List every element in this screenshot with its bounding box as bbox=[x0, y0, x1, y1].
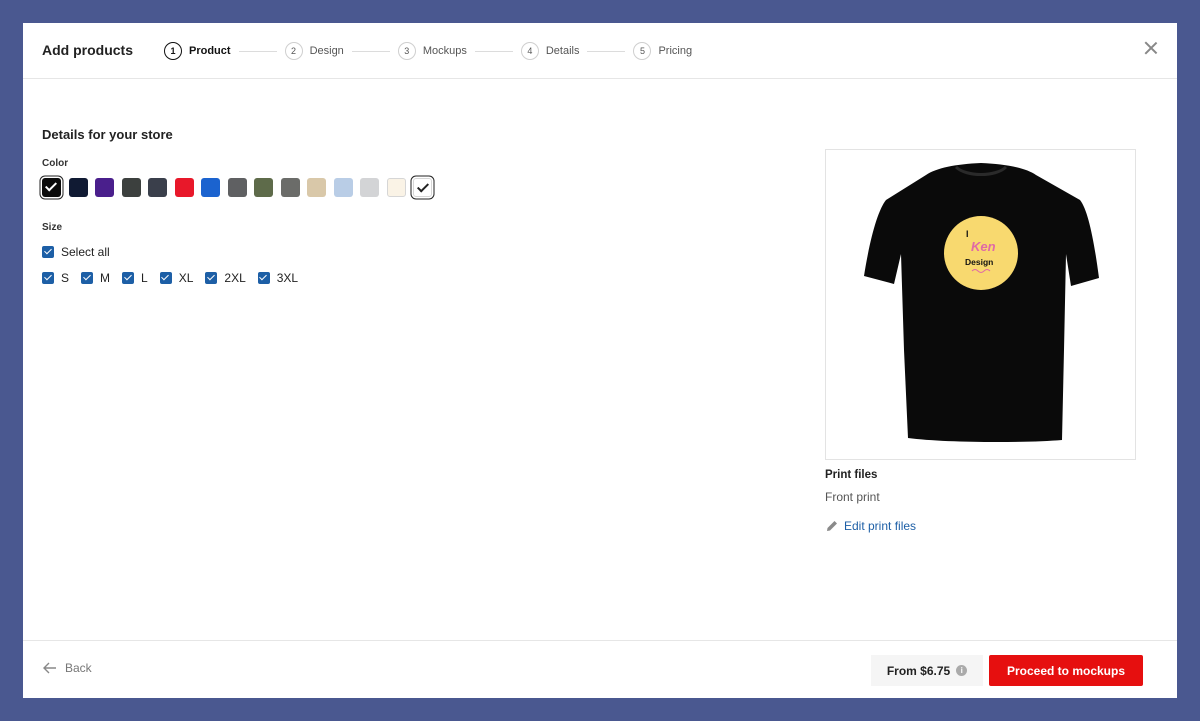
size-checkbox[interactable] bbox=[159, 272, 172, 284]
step-connector bbox=[474, 50, 513, 52]
size-checkbox[interactable] bbox=[257, 272, 270, 284]
select-all-label: Select all bbox=[61, 245, 110, 259]
stepper: 1 Product 2 Design 3 Mockups 4 Details 5… bbox=[164, 41, 692, 61]
size-checkbox[interactable] bbox=[122, 272, 135, 284]
add-products-modal: Add products 1 Product 2 Design 3 Mockup… bbox=[23, 23, 1177, 698]
size-checkbox[interactable] bbox=[81, 272, 94, 284]
size-label: 3XL bbox=[276, 271, 299, 285]
checkmark-icon bbox=[44, 179, 58, 192]
step-label: Pricing bbox=[658, 45, 693, 57]
step-design[interactable]: 2 Design bbox=[284, 42, 344, 60]
size-label: 2XL bbox=[224, 271, 246, 285]
color-swatch[interactable] bbox=[148, 178, 167, 197]
step-label: Mockups bbox=[422, 45, 467, 57]
close-icon[interactable] bbox=[1144, 41, 1158, 55]
color-swatch[interactable] bbox=[333, 178, 353, 197]
size-label: M bbox=[100, 271, 111, 285]
step-connector bbox=[587, 50, 626, 52]
back-button[interactable]: Back bbox=[43, 661, 92, 675]
color-swatch[interactable] bbox=[360, 178, 379, 197]
design-text: Design bbox=[965, 257, 993, 267]
proceed-to-mockups-button[interactable]: Proceed to mockups bbox=[989, 655, 1143, 686]
color-swatches bbox=[42, 178, 440, 197]
size-options: S M L XL 2XL 3XL bbox=[42, 271, 310, 285]
pencil-icon bbox=[827, 521, 837, 531]
color-swatch[interactable] bbox=[280, 178, 300, 197]
back-label: Back bbox=[65, 661, 92, 675]
step-mockups[interactable]: 3 Mockups bbox=[397, 42, 467, 60]
size-label: L bbox=[141, 271, 148, 285]
select-all-row[interactable]: Select all bbox=[42, 245, 122, 259]
print-files-title: Print files bbox=[825, 469, 878, 481]
product-preview: I Ken Design bbox=[825, 149, 1136, 460]
size-label: S bbox=[61, 271, 70, 285]
size-checkbox[interactable] bbox=[205, 272, 218, 284]
step-connector bbox=[238, 50, 277, 52]
size-checkbox[interactable] bbox=[42, 272, 54, 284]
color-swatch[interactable] bbox=[201, 178, 220, 197]
arrow-left-icon bbox=[43, 662, 56, 674]
modal-footer: Back From $6.75 i Proceed to mockups bbox=[23, 640, 1177, 698]
step-pricing[interactable]: 5 Pricing bbox=[633, 42, 692, 60]
color-label: Color bbox=[42, 158, 69, 169]
color-swatch[interactable] bbox=[174, 178, 194, 197]
color-swatch[interactable] bbox=[254, 178, 273, 197]
step-product[interactable]: 1 Product bbox=[164, 42, 231, 60]
edit-print-files-link[interactable]: Edit print files bbox=[825, 519, 916, 533]
color-swatch[interactable] bbox=[413, 178, 432, 197]
section-title: Details for your store bbox=[42, 127, 173, 142]
tshirt-mockup-image: I Ken Design bbox=[864, 163, 1099, 443]
print-files-subtitle: Front print bbox=[825, 490, 880, 504]
checkmark-icon bbox=[416, 180, 430, 193]
step-details[interactable]: 4 Details bbox=[520, 42, 580, 60]
color-swatch[interactable] bbox=[227, 178, 247, 197]
design-text: I bbox=[966, 229, 969, 239]
color-swatch[interactable] bbox=[42, 178, 61, 197]
step-label: Product bbox=[189, 45, 231, 57]
step-connector bbox=[351, 50, 390, 52]
step-number: 1 bbox=[164, 42, 182, 60]
color-swatch[interactable] bbox=[386, 178, 406, 197]
step-label: Details bbox=[545, 45, 580, 57]
price-label: From $6.75 bbox=[886, 663, 951, 678]
price-display: From $6.75 i bbox=[871, 655, 983, 686]
step-number: 4 bbox=[520, 42, 539, 60]
size-label: XL bbox=[178, 271, 194, 285]
modal-header: Add products 1 Product 2 Design 3 Mockup… bbox=[23, 23, 1177, 79]
step-number: 2 bbox=[284, 42, 303, 60]
step-label: Design bbox=[309, 45, 344, 57]
step-number: 5 bbox=[633, 42, 652, 60]
color-swatch[interactable] bbox=[121, 178, 141, 197]
color-swatch[interactable] bbox=[95, 178, 114, 197]
info-icon[interactable]: i bbox=[956, 665, 968, 676]
modal-title: Add products bbox=[42, 42, 133, 58]
design-text: Ken bbox=[971, 239, 996, 254]
size-label: Size bbox=[42, 222, 63, 233]
color-swatch[interactable] bbox=[307, 178, 326, 197]
step-number: 3 bbox=[397, 42, 416, 60]
color-swatch[interactable] bbox=[68, 178, 88, 197]
edit-print-files-label: Edit print files bbox=[844, 519, 917, 533]
select-all-checkbox[interactable] bbox=[42, 246, 54, 258]
